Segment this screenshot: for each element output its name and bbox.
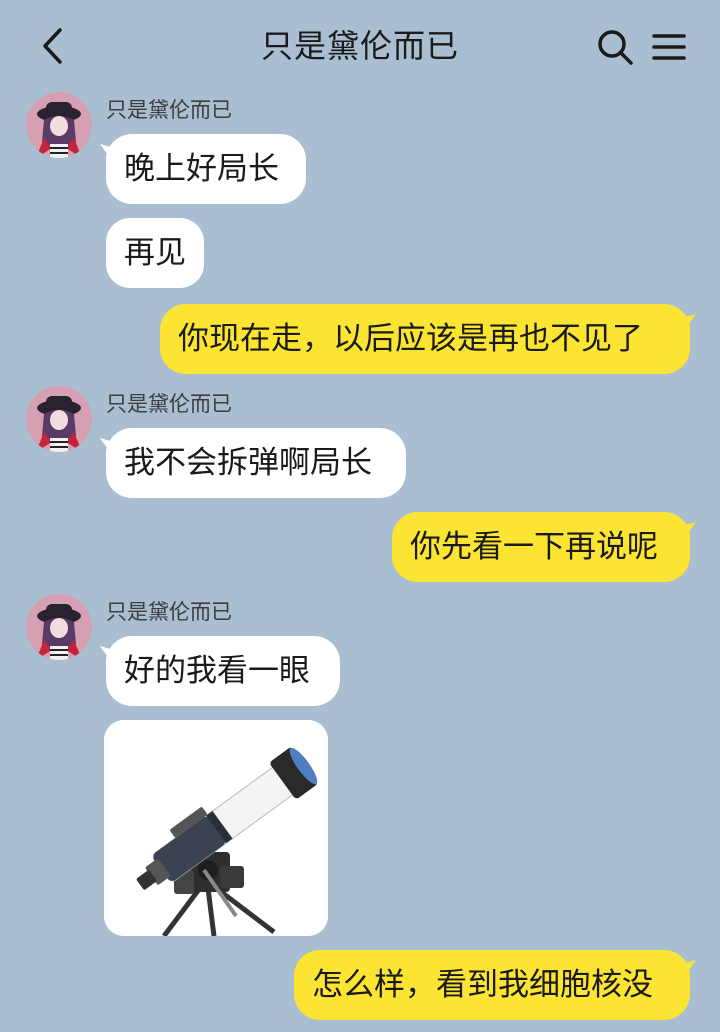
contact-avatar[interactable]: [26, 92, 92, 158]
contact-avatar[interactable]: [26, 594, 92, 660]
message-text: 晚上好局长: [124, 151, 279, 187]
message-bubble-outgoing[interactable]: 你先看一下再说呢: [392, 512, 696, 582]
message-text: 我不会拆弹啊局长: [124, 445, 372, 481]
menu-icon: [652, 34, 686, 60]
message-text: 再见: [124, 235, 186, 271]
message-bubble[interactable]: 再见: [106, 218, 204, 288]
avatar-image: [26, 92, 92, 158]
message-text: 你现在走，以后应该是再也不见了: [178, 321, 643, 357]
menu-button[interactable]: [648, 26, 690, 68]
message-bubble-outgoing[interactable]: 怎么样，看到我细胞核没: [294, 950, 696, 1020]
sender-name: 只是黛伦而已: [106, 392, 232, 416]
contact-avatar[interactable]: [26, 386, 92, 452]
message-bubble[interactable]: 晚上好局长: [100, 134, 306, 204]
avatar-image: [26, 594, 92, 660]
message-text: 好的我看一眼: [124, 653, 310, 689]
avatar-image: [26, 386, 92, 452]
sender-name: 只是黛伦而已: [106, 600, 232, 624]
message-bubble[interactable]: 我不会拆弹啊局长: [100, 428, 406, 498]
search-button[interactable]: [594, 26, 636, 68]
sender-name: 只是黛伦而已: [106, 98, 232, 122]
image-message[interactable]: [104, 720, 328, 936]
message-bubble[interactable]: 好的我看一眼: [100, 636, 340, 706]
search-icon: [598, 30, 633, 65]
message-bubble-outgoing[interactable]: 你现在走，以后应该是再也不见了: [160, 304, 696, 374]
message-text: 怎么样，看到我细胞核没: [312, 967, 653, 1003]
message-text: 你先看一下再说呢: [410, 529, 658, 565]
telescope-image: [104, 720, 328, 936]
top-bar: 只是黛伦而已: [0, 0, 720, 92]
